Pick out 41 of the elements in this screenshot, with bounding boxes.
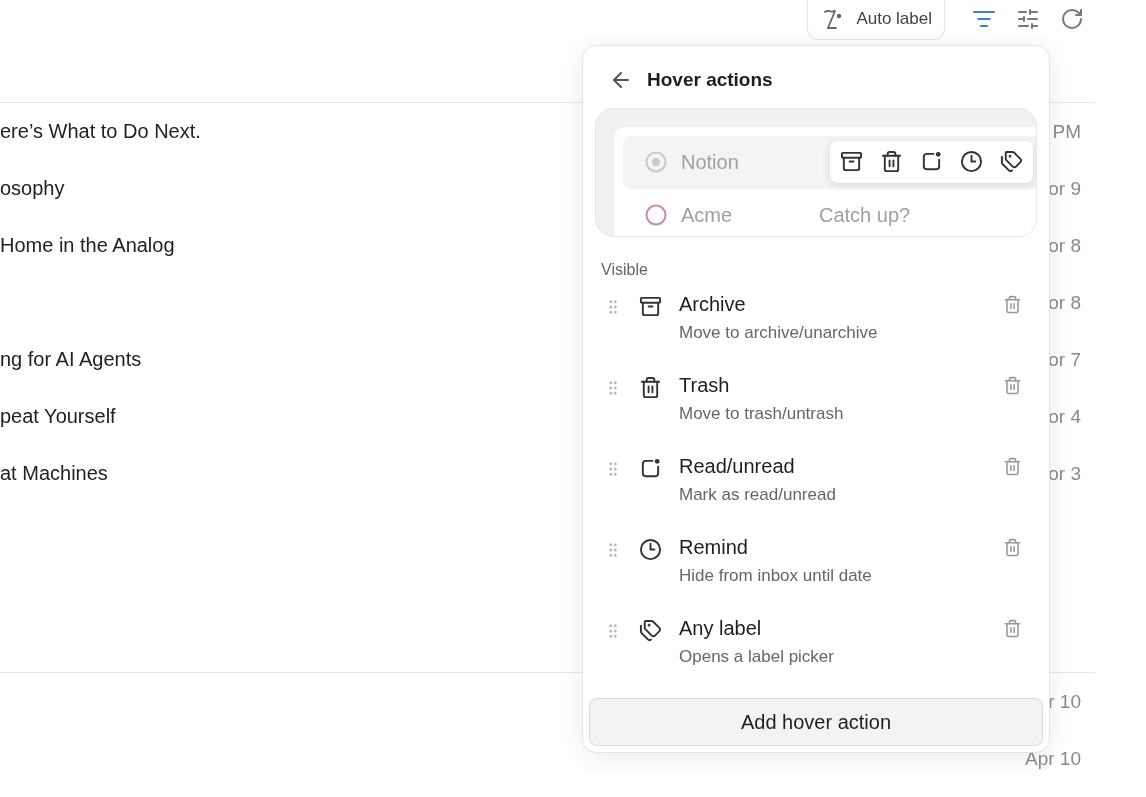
action-description: Hide from inbox until date [679, 566, 873, 587]
action-title: Trash [679, 374, 731, 398]
delete-button[interactable] [1003, 538, 1022, 558]
email-subject: at Machines [0, 462, 108, 485]
email-subject: peat Yourself [0, 405, 116, 428]
delete-button[interactable] [1003, 376, 1022, 396]
auto-label-button[interactable]: Auto label [807, 0, 945, 40]
action-title: Remind [679, 536, 749, 560]
trash-icon [880, 150, 903, 174]
action-description: Move to archive/unarchive [679, 323, 879, 344]
delete-button[interactable] [1003, 295, 1022, 315]
email-date: PM [1052, 120, 1081, 143]
delete-button[interactable] [1003, 457, 1022, 477]
action-description: Opens a label picker [679, 647, 835, 668]
email-subject: ng for AI Agents [0, 348, 142, 371]
email-date: r 10 [1048, 690, 1081, 713]
add-hover-action-button[interactable]: Add hover action [589, 698, 1043, 746]
refresh-icon [1060, 7, 1084, 31]
email-subject: Home in the Analog [0, 234, 175, 257]
clock-icon [639, 538, 662, 562]
email-subject: osophy [0, 177, 65, 200]
action-title: Read/unread [679, 455, 796, 479]
delete-button[interactable] [1003, 619, 1022, 639]
sliders-icon [1016, 7, 1040, 31]
trash-icon [639, 376, 662, 400]
email-subject: ere’s What to Do Next. [0, 120, 201, 143]
section-label: Visible [601, 261, 649, 280]
preview-sender: Acme [681, 203, 734, 227]
archive-icon [840, 150, 863, 174]
action-title: Any label [679, 617, 763, 641]
action-description: Mark as read/unread [679, 485, 837, 506]
tags-icon [639, 619, 662, 643]
email-date: Apr 10 [1025, 747, 1081, 770]
preview-sender: Notion [681, 150, 740, 174]
action-title: Archive [679, 293, 747, 317]
clock-icon [960, 150, 983, 174]
archive-icon [639, 295, 662, 319]
popover-title: Hover actions [647, 68, 773, 91]
tags-icon [1000, 150, 1023, 174]
preview-subject: Catch up? [819, 203, 911, 227]
action-description: Move to trash/untrash [679, 404, 845, 425]
